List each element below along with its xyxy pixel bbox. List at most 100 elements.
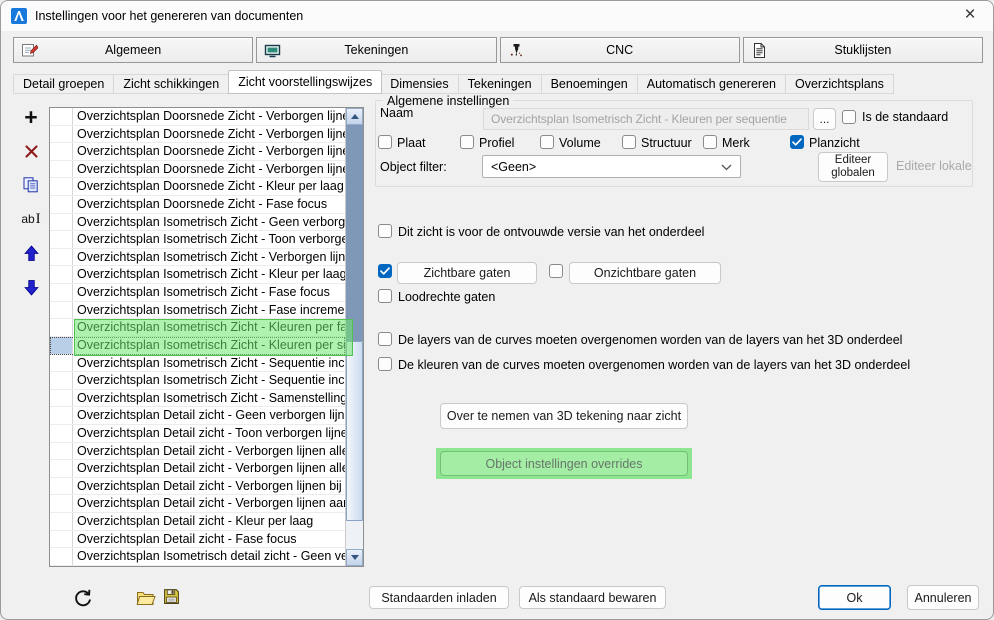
list-item[interactable]: Overzichtsplan Isometrisch Zicht - Geen … (50, 214, 345, 232)
form-edit-icon (21, 42, 38, 59)
list-item[interactable]: Overzichtsplan Detail zicht - Verborgen … (50, 443, 345, 461)
zichtbare-gaten-button[interactable]: Zichtbare gaten (397, 262, 537, 284)
kleuren-curves-checkbox[interactable] (378, 357, 392, 371)
plaat-checkbox[interactable] (378, 135, 392, 149)
is-standaard-checkbox[interactable] (842, 110, 856, 124)
list-scrollbar[interactable] (346, 108, 363, 566)
save-icon[interactable] (163, 588, 180, 608)
main-tab-label: Tekeningen (344, 43, 408, 57)
plus-icon[interactable]: + (18, 106, 44, 128)
scroll-down-icon[interactable] (346, 549, 363, 566)
list-item[interactable]: Overzichtsplan Isometrisch Zicht - Samen… (50, 390, 345, 408)
main-tab-cnc[interactable]: CNC (500, 37, 740, 63)
list-item[interactable]: Overzichtsplan Doorsnede Zicht - Verborg… (50, 143, 345, 161)
tab-overzichtsplans[interactable]: Overzichtsplans (786, 74, 894, 94)
list-item[interactable]: Overzichtsplan Detail zicht - Verborgen … (50, 460, 345, 478)
list-item[interactable]: Overzichtsplan Isometrisch detail zicht … (50, 548, 345, 566)
row-marker-cell (50, 425, 73, 442)
list-item[interactable]: Overzichtsplan Isometrisch Zicht - Verbo… (50, 249, 345, 267)
als-standaard-bewaren-button[interactable]: Als standaard bewaren (519, 586, 666, 609)
row-label: Overzichtsplan Isometrisch Zicht - Toon … (73, 231, 345, 248)
annuleren-button[interactable]: Annuleren (907, 585, 979, 610)
editeer-lokale-button-disabled: Editeer lokale (896, 159, 972, 173)
tab-detail-groepen[interactable]: Detail groepen (13, 74, 114, 94)
browse-button[interactable]: ... (813, 108, 836, 130)
list-item[interactable]: Overzichtsplan Detail zicht - Verborgen … (50, 495, 345, 513)
overnemen-button[interactable]: Over te nemen van 3D tekening naar zicht (440, 403, 688, 429)
row-marker-cell (50, 390, 73, 407)
main-tab-tekeningen[interactable]: Tekeningen (256, 37, 496, 63)
profiel-label: Profiel (479, 136, 514, 150)
scrollbar-track[interactable] (346, 125, 363, 341)
row-marker-cell (50, 407, 73, 424)
tab-benoemingen[interactable]: Benoemingen (542, 74, 638, 94)
main-tab-algemeen[interactable]: Algemeen (13, 37, 253, 63)
row-label: Overzichtsplan Isometrisch Zicht - Fase … (73, 284, 345, 301)
list-item[interactable]: Overzichtsplan Doorsnede Zicht - Fase fo… (50, 196, 345, 214)
list-item[interactable]: Overzichtsplan Detail zicht - Geen verbo… (50, 407, 345, 425)
list-item[interactable]: Overzichtsplan Doorsnede Zicht - Kleur p… (50, 178, 345, 196)
list-item[interactable]: Overzichtsplan Doorsnede Zicht - Verborg… (50, 108, 345, 126)
row-label: Overzichtsplan Doorsnede Zicht - Verborg… (73, 161, 345, 178)
row-marker-cell (50, 143, 73, 160)
row-marker-cell (50, 284, 73, 301)
row-marker-cell (50, 513, 73, 530)
delete-x-icon[interactable] (18, 140, 44, 162)
tab-dimensies[interactable]: Dimensies (381, 74, 458, 94)
row-label: Overzichtsplan Detail zicht - Geen verbo… (73, 407, 345, 424)
standaarden-inladen-button[interactable]: Standaarden inladen (369, 586, 509, 609)
list-item[interactable]: Overzichtsplan Isometrisch Zicht - Kleur… (50, 319, 345, 337)
tab-automatisch-genereren[interactable]: Automatisch genereren (638, 74, 786, 94)
row-marker-cell (50, 337, 73, 354)
row-marker-cell (50, 231, 73, 248)
editeer-globalen-button[interactable]: Editeer globalen (818, 152, 888, 182)
arrow-down-icon[interactable] (18, 276, 44, 298)
loodrechte-gaten-checkbox[interactable] (378, 289, 392, 303)
object-instellingen-overrides-button[interactable]: Object instellingen overrides (440, 451, 688, 476)
row-marker-cell (50, 178, 73, 195)
layers-curves-checkbox[interactable] (378, 332, 392, 346)
scroll-up-icon[interactable] (346, 108, 363, 125)
ok-button[interactable]: Ok (818, 585, 891, 610)
row-marker-cell (50, 196, 73, 213)
merk-checkbox[interactable] (703, 135, 717, 149)
list-rows: Overzichtsplan Doorsnede Zicht - Verborg… (50, 108, 346, 566)
refresh-icon[interactable] (73, 588, 93, 611)
list-item[interactable]: Overzichtsplan Isometrisch Zicht - Seque… (50, 355, 345, 373)
list-item[interactable]: Overzichtsplan Isometrisch Zicht - Fase … (50, 302, 345, 320)
list-item[interactable]: Overzichtsplan Isometrisch Zicht - Kleur… (50, 266, 345, 284)
onzichtbare-gaten-button[interactable]: Onzichtbare gaten (569, 262, 721, 284)
list-item[interactable]: Overzichtsplan Detail zicht - Verborgen … (50, 478, 345, 496)
list-item[interactable]: Overzichtsplan Isometrisch Zicht - Kleur… (50, 337, 345, 355)
list-item[interactable]: Overzichtsplan Detail zicht - Toon verbo… (50, 425, 345, 443)
list-item[interactable]: Overzichtsplan Isometrisch Zicht - Toon … (50, 231, 345, 249)
tab-tekeningen[interactable]: Tekeningen (459, 74, 542, 94)
planzicht-checkbox[interactable] (790, 135, 804, 149)
list-item[interactable]: Overzichtsplan Detail zicht - Kleur per … (50, 513, 345, 531)
zichtbare-gaten-checkbox[interactable] (378, 264, 392, 278)
profiel-checkbox[interactable] (460, 135, 474, 149)
copy-icon[interactable] (18, 174, 44, 196)
row-label: Overzichtsplan Isometrisch Zicht - Seque… (73, 372, 345, 389)
list-item[interactable]: Overzichtsplan Isometrisch Zicht - Seque… (50, 372, 345, 390)
object-filter-select[interactable]: <Geen> (482, 155, 741, 178)
onzichtbare-gaten-checkbox[interactable] (549, 264, 563, 278)
rename-icon[interactable]: abI (18, 208, 44, 230)
arrow-up-icon[interactable] (18, 242, 44, 264)
structuur-checkbox[interactable] (622, 135, 636, 149)
row-marker-cell (50, 355, 73, 372)
row-label: Overzichtsplan Doorsnede Zicht - Verborg… (73, 143, 345, 160)
list-item[interactable]: Overzichtsplan Isometrisch Zicht - Fase … (50, 284, 345, 302)
tab-zicht-voorstellingswijzes[interactable]: Zicht voorstellingswijzes (228, 70, 382, 94)
tab-zicht-schikkingen[interactable]: Zicht schikkingen (114, 74, 229, 94)
open-folder-icon[interactable] (136, 590, 157, 609)
main-tab-stuklijsten[interactable]: Stuklijsten (743, 37, 983, 63)
list-item[interactable]: Overzichtsplan Doorsnede Zicht - Verborg… (50, 126, 345, 144)
list-item[interactable]: Overzichtsplan Detail zicht - Fase focus (50, 531, 345, 549)
row-label: Overzichtsplan Doorsnede Zicht - Kleur p… (73, 178, 345, 195)
ontvouwde-checkbox[interactable] (378, 224, 392, 238)
scrollbar-thumb[interactable] (346, 341, 363, 521)
close-icon[interactable]: × (947, 1, 993, 31)
volume-checkbox[interactable] (540, 135, 554, 149)
list-item[interactable]: Overzichtsplan Doorsnede Zicht - Verborg… (50, 161, 345, 179)
